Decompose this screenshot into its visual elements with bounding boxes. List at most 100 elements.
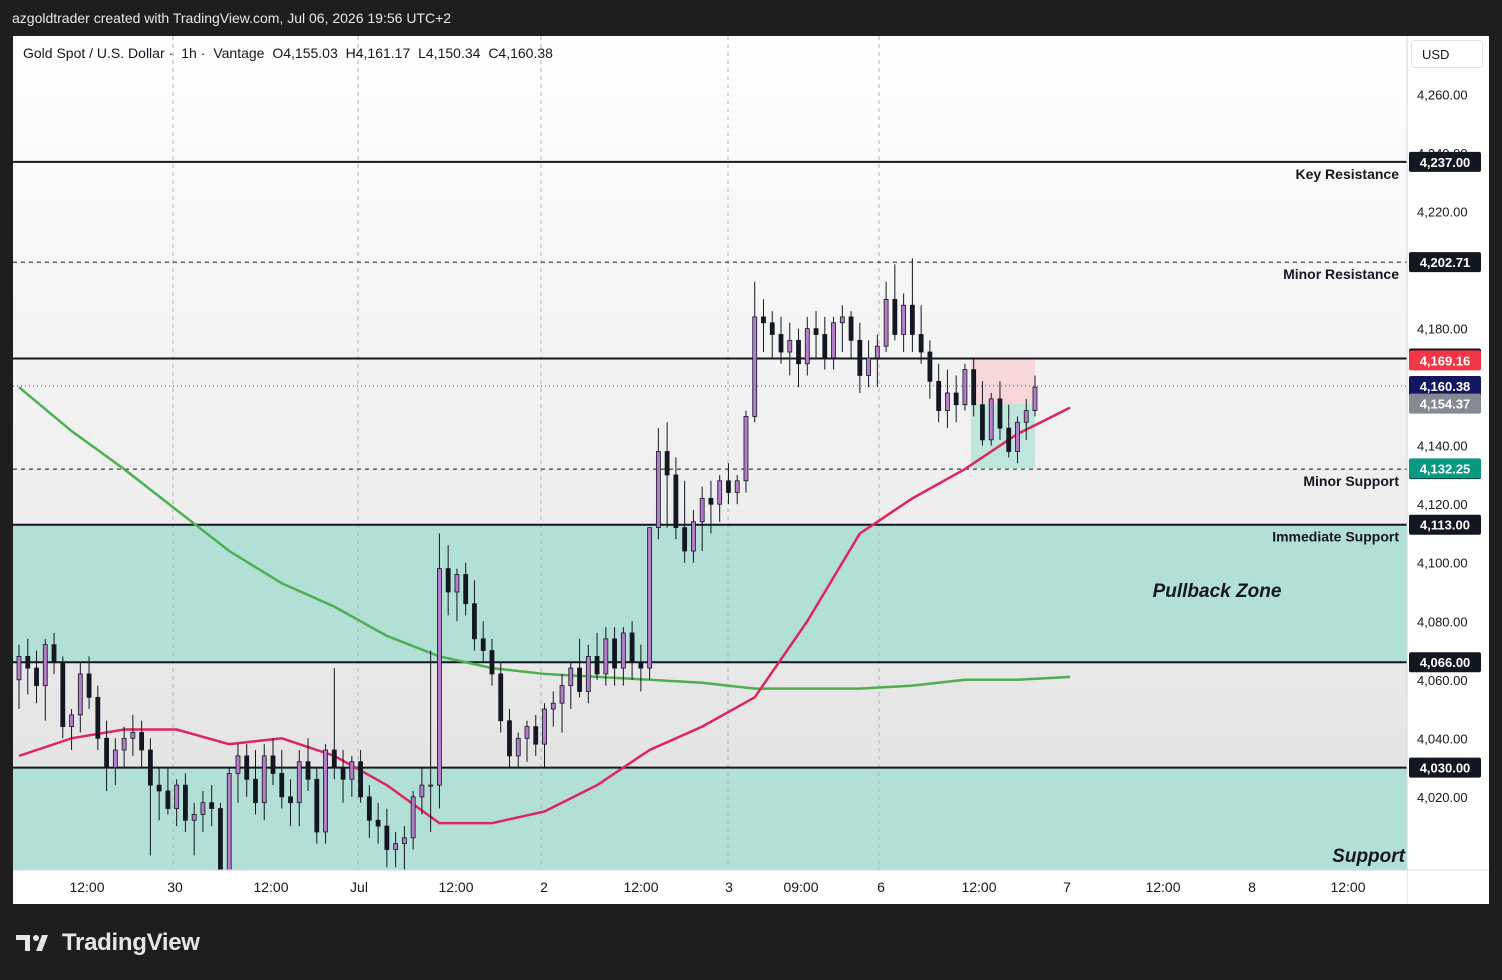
candle-17	[165, 790, 171, 809]
candle-97	[866, 357, 871, 376]
target-zone	[971, 358, 1035, 404]
candle-22	[209, 802, 215, 809]
support-zone-label: Support	[1332, 846, 1405, 867]
candle-49	[445, 568, 451, 593]
legend-low: L4,150.34	[418, 45, 481, 61]
candle-40	[366, 796, 372, 821]
candle-84	[752, 316, 758, 417]
level-tag-5: 4,066.00	[1420, 655, 1471, 670]
time-axis	[13, 870, 1407, 904]
candle-24	[226, 773, 232, 874]
tradingview-logo-icon	[16, 931, 56, 955]
candle-113	[1006, 427, 1012, 452]
x-tick-3: Jul	[350, 879, 368, 895]
candle-79	[708, 497, 714, 505]
candle-73	[655, 451, 661, 529]
candle-38	[349, 761, 355, 780]
candle-77	[691, 521, 696, 552]
candle-65	[585, 655, 591, 692]
candle-101	[901, 304, 907, 335]
candle-95	[848, 316, 854, 341]
legend-interval[interactable]: 1h	[181, 45, 197, 61]
candle-12	[121, 737, 127, 751]
candle-9	[95, 696, 101, 739]
candle-52	[472, 603, 477, 640]
candle-13	[130, 732, 136, 739]
y-tick-9: 4,040.00	[1417, 731, 1468, 746]
legend-high: H4,161.17	[345, 45, 411, 61]
candle-56	[507, 720, 512, 757]
candle-55	[498, 673, 504, 722]
candle-31	[288, 796, 293, 804]
symbol-legend: Gold Spot / U.S. Dollar · 1h · Vantage O4,…	[23, 45, 553, 61]
candle-88	[787, 339, 793, 353]
currency-button[interactable]: USD	[1411, 40, 1483, 68]
candle-47	[428, 784, 434, 787]
candle-7	[77, 673, 83, 716]
tradingview-logo[interactable]: TradingView	[16, 928, 200, 958]
candle-45	[410, 796, 416, 839]
candle-69	[620, 632, 626, 669]
candle-87	[778, 334, 784, 353]
candle-81	[726, 480, 731, 493]
top-bar: azgoldtrader created with TradingView.co…	[0, 0, 1502, 36]
candle-61	[550, 702, 556, 710]
candle-57	[515, 737, 521, 757]
candle-1	[25, 655, 31, 669]
candle-98	[874, 345, 880, 359]
candle-93	[831, 322, 836, 359]
price-chart[interactable]: Key Resistance Minor Resistance Minor Supp…	[13, 36, 1489, 904]
level-tag-1: 4,202.71	[1420, 255, 1471, 270]
level-label-4: Immediate Support	[1272, 529, 1399, 545]
price-tag-0: 4,169.16	[1420, 353, 1471, 368]
candle-15	[147, 749, 153, 786]
candle-43	[393, 843, 399, 850]
y-tick-6: 4,100.00	[1417, 556, 1468, 571]
candle-103	[918, 334, 924, 353]
candle-0	[16, 655, 22, 681]
candle-114	[1015, 421, 1020, 452]
candle-58	[524, 726, 530, 739]
legend-symbol[interactable]: Gold Spot / U.S. Dollar	[23, 45, 165, 61]
y-tick-0: 4,260.00	[1417, 88, 1468, 103]
candle-35	[323, 749, 328, 833]
candle-27	[253, 778, 258, 804]
candle-54	[489, 650, 495, 675]
brand-name: TradingView	[62, 929, 200, 956]
candle-107	[953, 392, 959, 406]
candle-23	[218, 808, 223, 874]
candle-99	[883, 298, 889, 347]
candle-94	[839, 316, 845, 324]
candle-36	[331, 749, 337, 768]
candle-51	[463, 574, 469, 605]
x-tick-13: 8	[1248, 879, 1256, 895]
candle-75	[673, 474, 679, 529]
x-tick-9: 6	[877, 879, 885, 895]
candle-14	[139, 732, 145, 751]
candle-85	[761, 316, 766, 324]
candle-74	[664, 451, 670, 476]
candle-76	[682, 527, 688, 552]
candle-41	[375, 819, 381, 827]
candle-34	[314, 778, 320, 833]
candle-111	[988, 398, 994, 441]
candle-48	[437, 568, 442, 786]
x-tick-6: 12:00	[623, 879, 658, 895]
y-tick-7: 4,080.00	[1417, 614, 1468, 629]
candle-91	[813, 328, 819, 335]
candle-90	[804, 328, 810, 365]
candle-63	[568, 667, 574, 687]
candle-4	[51, 644, 57, 663]
candle-53	[480, 638, 486, 651]
candle-28	[261, 755, 267, 804]
candle-71	[638, 661, 644, 669]
x-tick-7: 3	[725, 879, 733, 895]
x-tick-10: 12:00	[961, 879, 996, 895]
level-tag-4: 4,113.00	[1420, 518, 1470, 533]
candle-19	[183, 784, 188, 821]
candle-5	[60, 661, 66, 728]
candle-109	[971, 369, 977, 406]
candle-68	[612, 638, 617, 669]
candle-50	[454, 574, 460, 593]
pullback-zone-label: Pullback Zone	[1153, 581, 1282, 602]
